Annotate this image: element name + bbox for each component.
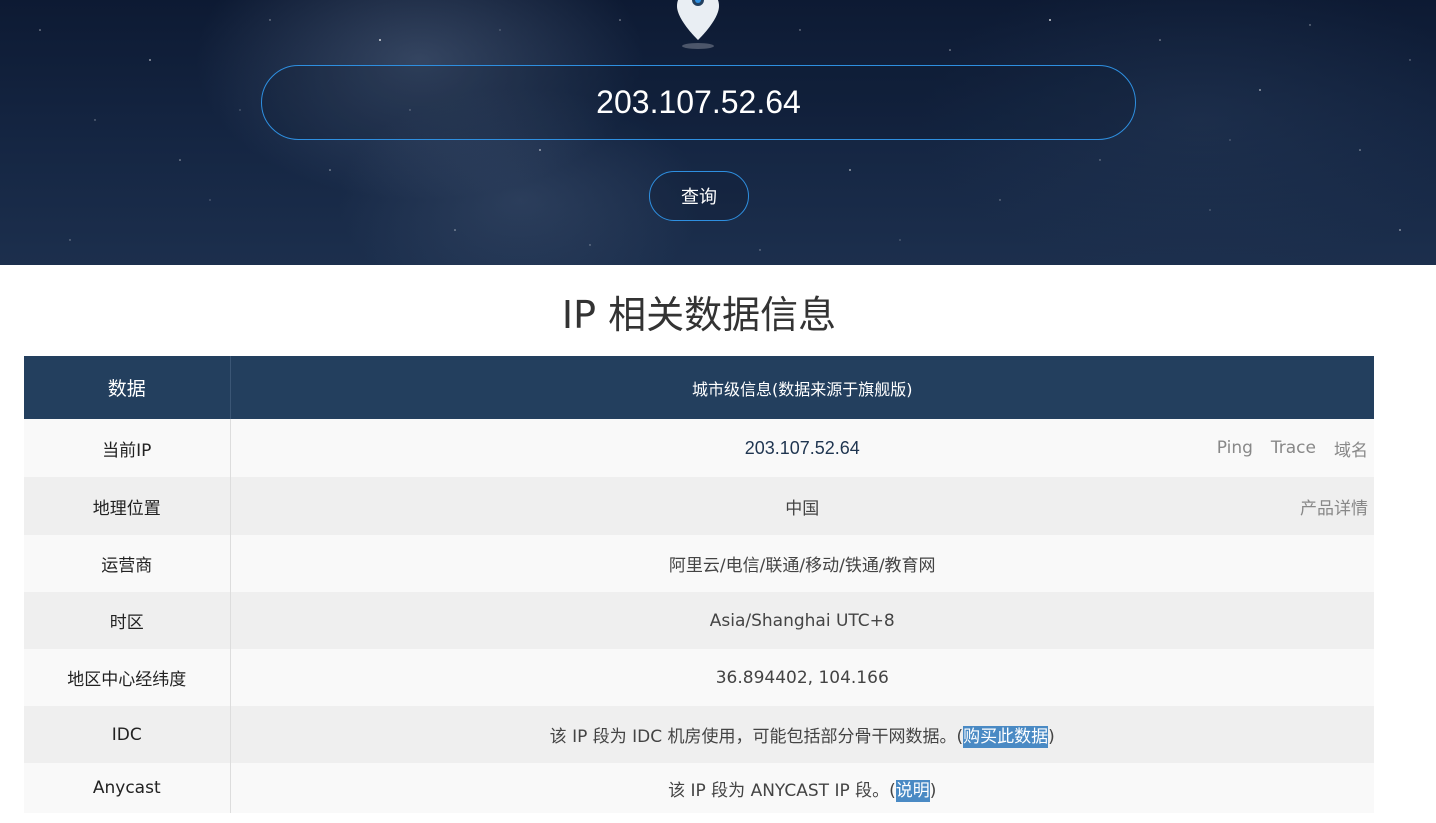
row-label: 当前IP [24,419,231,477]
table-row-location: 地理位置 中国 产品详情 [24,477,1374,535]
row-value: 该 IP 段为 IDC 机房使用，可能包括部分骨干网数据。(购买此数据) [230,706,1374,763]
location-value: 中国 [785,498,820,519]
row-label: 地理位置 [24,477,231,535]
row-value: 中国 产品详情 [230,477,1374,535]
query-button[interactable]: 查询 [649,171,749,221]
product-details-link[interactable]: 产品详情 [1300,494,1368,519]
ping-link[interactable]: Ping [1217,438,1253,458]
row-label: Anycast [24,763,231,813]
section-title: IP 相关数据信息 [561,293,837,337]
row-label: 时区 [24,592,231,649]
table-row-idc: IDC 该 IP 段为 IDC 机房使用，可能包括部分骨干网数据。(购买此数据) [24,706,1374,763]
row-label: 地区中心经纬度 [24,649,231,706]
buy-data-link[interactable]: 购买此数据 [963,726,1049,748]
row-label: IDC [24,706,231,763]
timezone-value: Asia/Shanghai UTC+8 [230,592,1374,649]
anycast-text-end: ) [929,780,937,801]
trace-link[interactable]: Trace [1271,438,1316,458]
row-value: 该 IP 段为 ANYCAST IP 段。(说明) [230,763,1374,813]
table-header-row: 数据 城市级信息(数据来源于旗舰版) [24,356,1374,419]
ip-info-table: 数据 城市级信息(数据来源于旗舰版) 当前IP 203.107.52.64 Pi… [24,356,1374,813]
row-value: 203.107.52.64 Ping Trace 域名 [230,419,1374,477]
coordinates-value: 36.894402, 104.166 [230,649,1374,706]
table-row-anycast: Anycast 该 IP 段为 ANYCAST IP 段。(说明) [24,763,1374,813]
anycast-text: 该 IP 段为 ANYCAST IP 段。( [668,780,896,801]
location-pin-icon [677,0,719,49]
row-label: 运营商 [24,535,231,592]
table-row-isp: 运营商 阿里云/电信/联通/移动/铁通/教育网 [24,535,1374,592]
domain-link[interactable]: 域名 [1334,436,1368,461]
ip-tools: Ping Trace 域名 [1217,419,1368,477]
isp-value: 阿里云/电信/联通/移动/铁通/教育网 [230,535,1374,592]
current-ip-value: 203.107.52.64 [744,437,860,458]
table-row-current-ip: 当前IP 203.107.52.64 Ping Trace 域名 [24,419,1374,477]
table-row-timezone: 时区 Asia/Shanghai UTC+8 [24,592,1374,649]
idc-text: 该 IP 段为 IDC 机房使用，可能包括部分骨干网数据。( [549,727,964,747]
table-row-coordinates: 地区中心经纬度 36.894402, 104.166 [24,649,1374,706]
explanation-link[interactable]: 说明 [895,779,930,802]
column-header-city-info: 城市级信息(数据来源于旗舰版) [230,356,1374,419]
column-header-data: 数据 [24,356,231,419]
idc-text-end: ) [1048,727,1055,747]
ip-search-input[interactable] [261,65,1136,140]
hero-banner: 查询 [0,0,1436,265]
location-tools: 产品详情 [1300,477,1368,535]
